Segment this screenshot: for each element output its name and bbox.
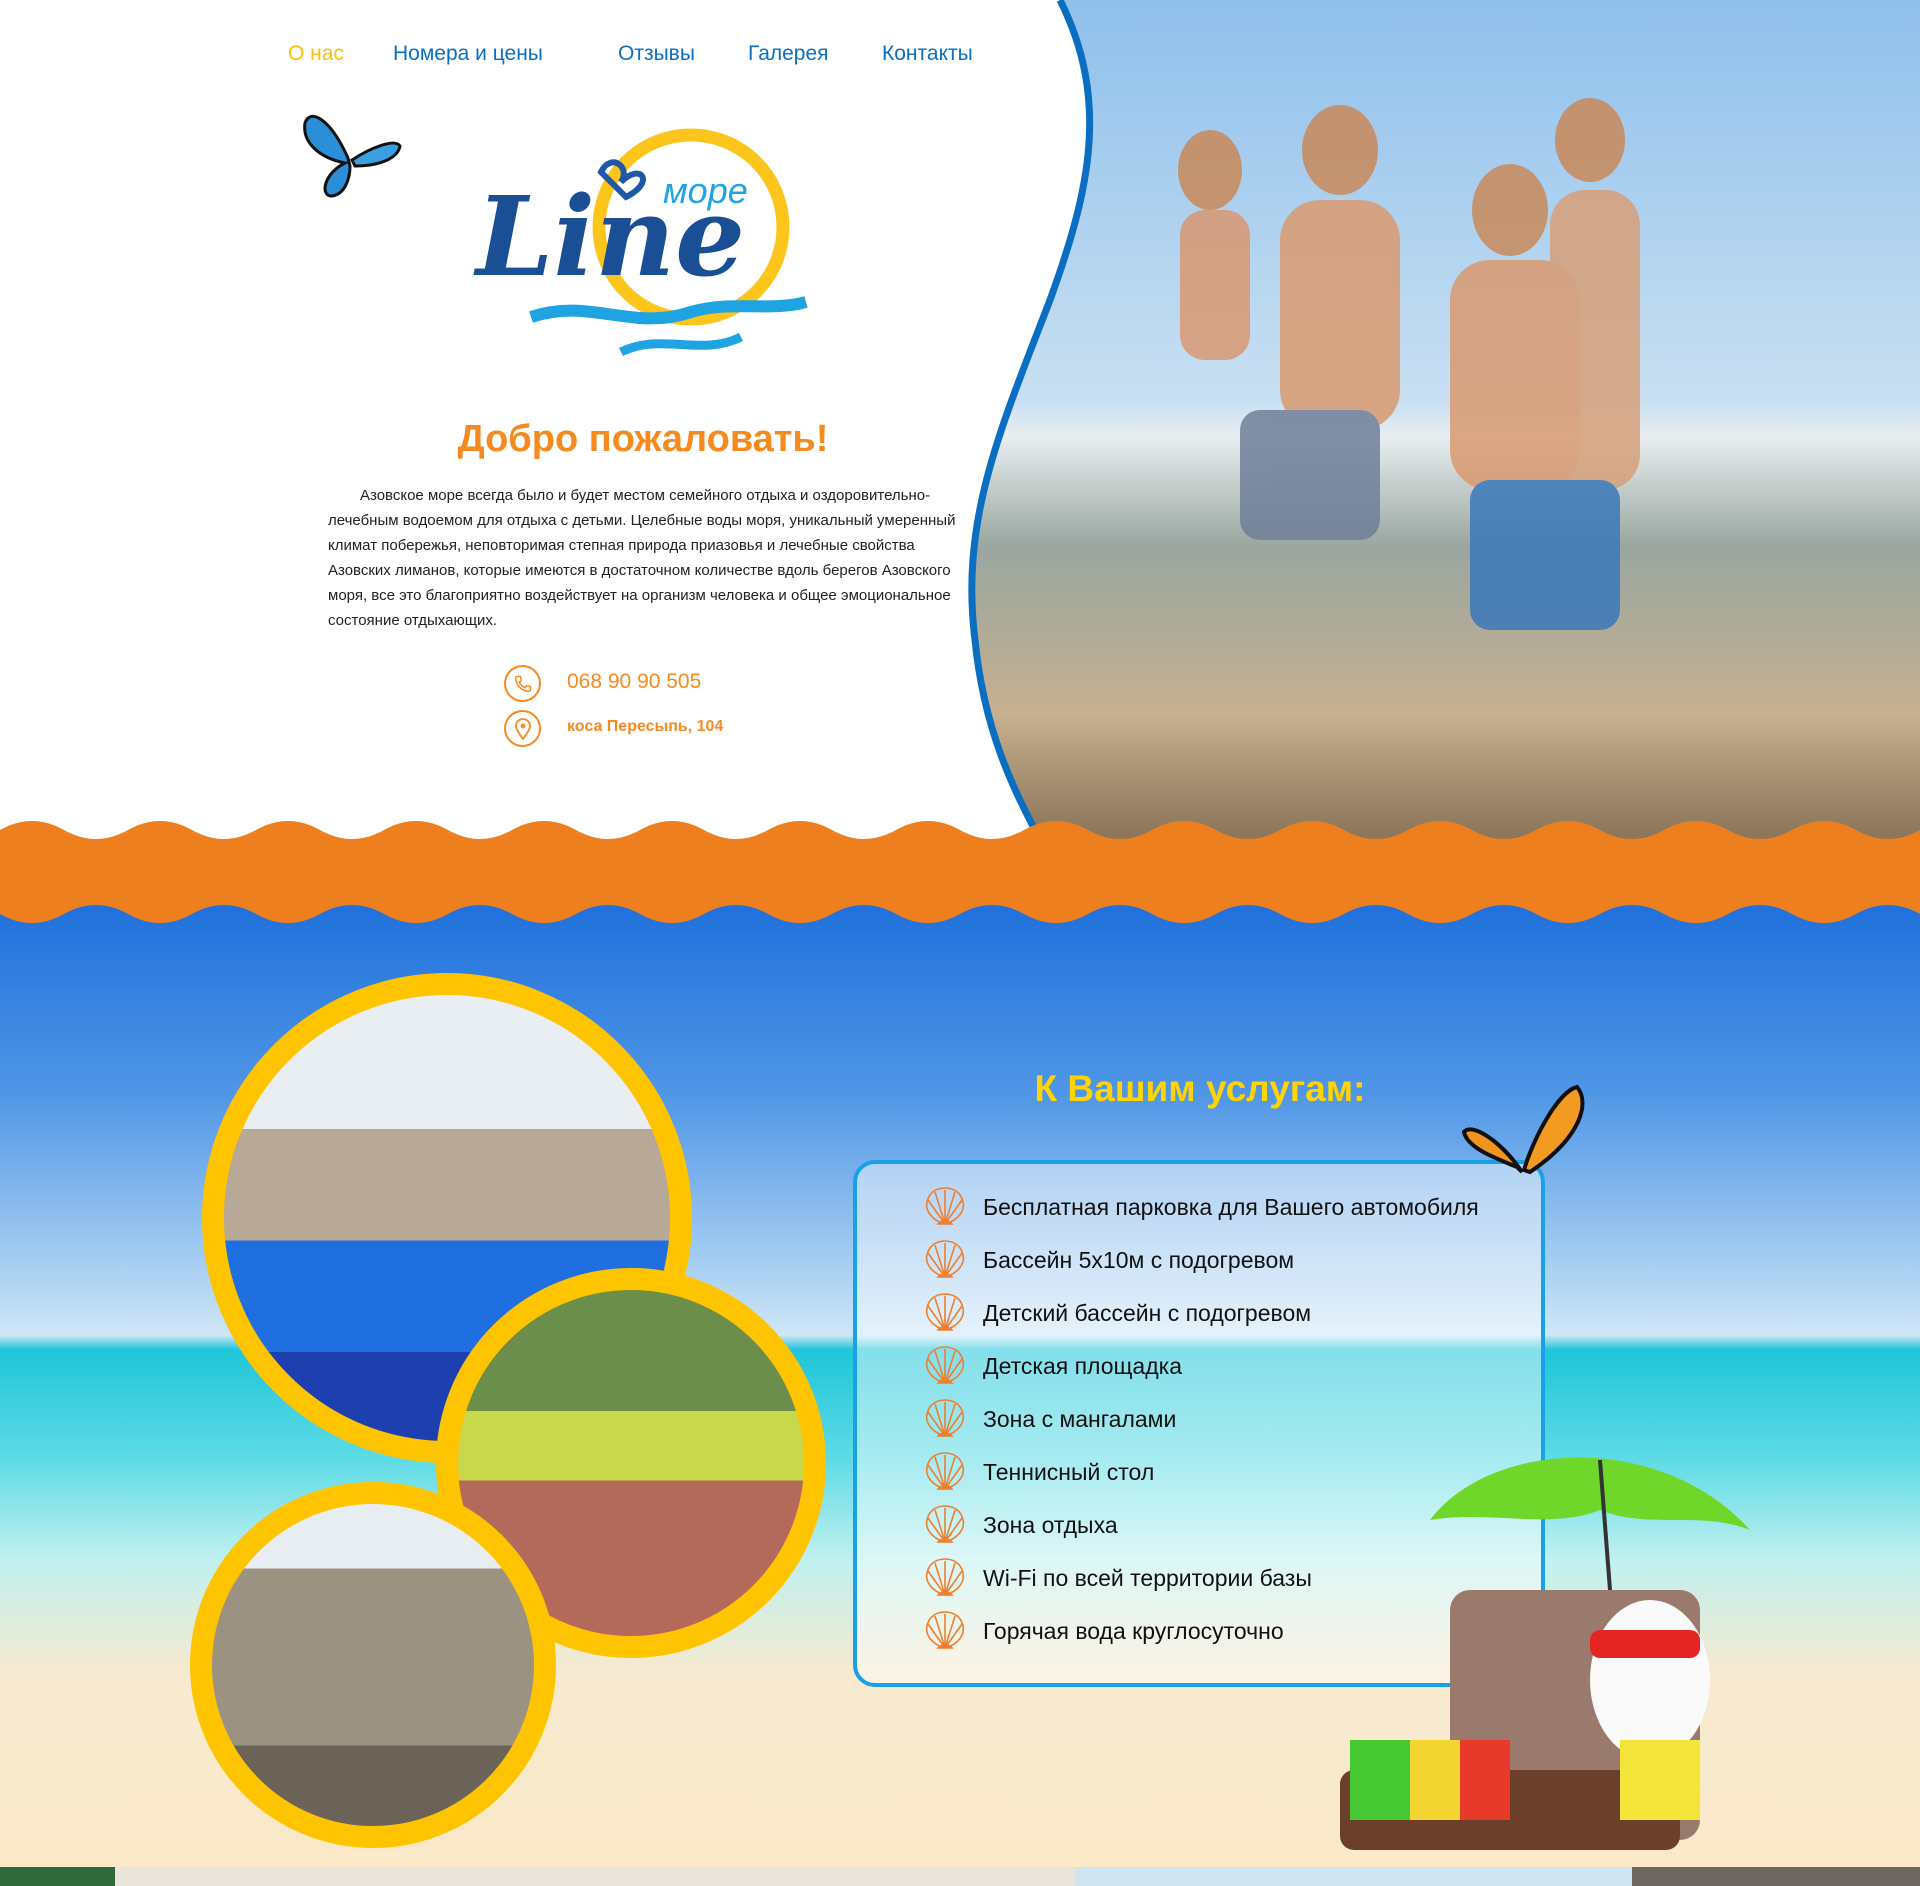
service-label: Детская площадка bbox=[983, 1352, 1183, 1379]
seashell-icon bbox=[925, 1399, 965, 1437]
service-item: Зона отдыха bbox=[923, 1504, 1118, 1546]
seashell-icon bbox=[925, 1558, 965, 1596]
service-label: Бесплатная парковка для Вашего автомобил… bbox=[983, 1193, 1479, 1220]
butterfly-icon bbox=[303, 114, 402, 198]
service-item: Бесплатная парковка для Вашего автомобил… bbox=[923, 1186, 1479, 1228]
service-item: Детская площадка bbox=[923, 1345, 1182, 1387]
service-label: Теннисный стол bbox=[983, 1458, 1155, 1485]
service-label: Бассейн 5х10м с подогревом bbox=[983, 1246, 1295, 1273]
seashell-icon bbox=[925, 1505, 965, 1543]
service-label: Зона отдыха bbox=[983, 1511, 1118, 1538]
dog-suitcase-umbrella-illustration bbox=[1340, 1457, 1750, 1850]
seashell-icon bbox=[925, 1611, 965, 1649]
seashell-icon bbox=[925, 1293, 965, 1331]
seashell-icon bbox=[925, 1240, 965, 1278]
nav-about[interactable]: О нас bbox=[288, 42, 344, 66]
orange-wave-divider bbox=[0, 821, 1920, 923]
logo[interactable]: Line море bbox=[471, 122, 814, 367]
address-text: коса Пересыпь, 104 bbox=[567, 718, 724, 735]
service-item: Зона с мангалами bbox=[923, 1398, 1176, 1440]
service-label: Детский бассейн с подогревом bbox=[983, 1299, 1312, 1326]
services-title: К Вашим услугам: bbox=[1034, 1068, 1366, 1109]
seashell-icon bbox=[925, 1346, 965, 1384]
logo-subword: море bbox=[663, 170, 748, 211]
seashell-icon bbox=[925, 1187, 965, 1225]
service-item: Бассейн 5х10м с подогревом bbox=[923, 1239, 1294, 1281]
service-item: Горячая вода круглосуточно bbox=[923, 1610, 1284, 1652]
hero-family-photo bbox=[968, 0, 1920, 840]
next-section-preview bbox=[0, 1867, 1920, 1886]
nav-rooms-prices[interactable]: Номера и цены bbox=[393, 42, 543, 66]
seashell-icon bbox=[925, 1452, 965, 1490]
nav-contacts[interactable]: Контакты bbox=[882, 42, 973, 66]
service-label: Горячая вода круглосуточно bbox=[983, 1617, 1284, 1644]
phone-link[interactable]: 068 90 90 505 bbox=[567, 670, 701, 694]
map-pin-icon bbox=[504, 710, 541, 747]
service-item: Детский бассейн с подогревом bbox=[923, 1292, 1311, 1334]
welcome-title: Добро пожаловать! bbox=[457, 418, 829, 460]
phone-icon bbox=[504, 665, 541, 702]
service-item: Wi-Fi по всей территории базы bbox=[923, 1557, 1312, 1599]
nav-reviews[interactable]: Отзывы bbox=[618, 42, 695, 66]
service-item: Теннисный стол bbox=[923, 1451, 1154, 1493]
service-label: Wi-Fi по всей территории базы bbox=[983, 1564, 1312, 1591]
nav-gallery[interactable]: Галерея bbox=[748, 42, 829, 66]
photo-bbq-area[interactable] bbox=[190, 1482, 556, 1848]
intro-paragraph: Азовское море всегда было и будет местом… bbox=[328, 487, 956, 629]
butterfly-monarch-icon bbox=[1462, 1084, 1585, 1175]
service-label: Зона с мангалами bbox=[983, 1405, 1177, 1432]
